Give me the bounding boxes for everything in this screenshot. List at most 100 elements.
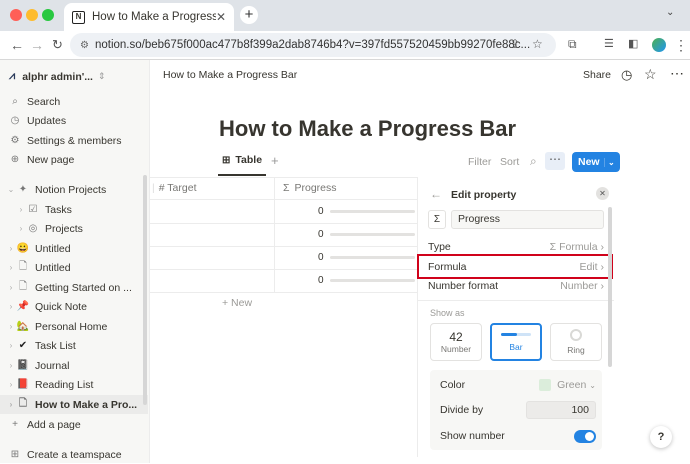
side-panel-icon[interactable]: ◧ [628,37,638,50]
sidebar-updates[interactable]: ◷ Updates [0,111,148,130]
sidebar-search[interactable]: ⌕ Search [0,92,148,111]
workspace-logo-icon: ⩘ [9,70,16,82]
sidebar-page-personal-home[interactable]: › 🏡 Personal Home [0,317,148,336]
table-view-tab[interactable]: ⊞ Table [222,154,262,166]
sidebar-page-projects[interactable]: › ◎ Projects [0,219,148,238]
zoom-window-button[interactable] [42,9,54,21]
close-tab-icon[interactable]: ✕ [216,10,226,24]
progress-value: 0 [318,275,324,286]
sidebar-page-untitled-2[interactable]: › 🗋 Untitled [0,258,148,277]
favorite-star-icon[interactable]: ☆ [644,66,657,83]
new-row-button[interactable]: + New [222,297,252,309]
chevron-right-icon[interactable]: › [6,244,16,253]
filter-button[interactable]: Filter [468,156,491,168]
number-format-label: Number format [428,280,499,292]
sidebar-page-task-list[interactable]: › ✔ Task List [0,336,148,355]
page-title[interactable]: How to Make a Progress Bar [219,116,516,142]
chevron-right-icon[interactable]: › [6,380,16,389]
profile-avatar[interactable] [652,38,666,52]
sidebar-page-getting-started[interactable]: › 🗋 Getting Started on ... [0,278,148,297]
sidebar-settings[interactable]: ⚙ Settings & members [0,131,148,150]
help-button[interactable]: ? [650,426,672,448]
share-page-icon[interactable]: ⇪ [510,37,520,51]
sidebar-page-quick-note[interactable]: › 📌 Quick Note [0,297,148,316]
chevron-right-icon[interactable]: › [6,263,16,272]
breadcrumb[interactable]: How to Make a Progress Bar [163,69,297,81]
sort-button[interactable]: Sort [500,156,519,168]
sidebar-page-untitled-1[interactable]: › 😀 Untitled [0,239,148,258]
reload-icon[interactable]: ↻ [52,37,63,53]
site-info-icon[interactable]: ⚙ [80,40,89,51]
more-options-icon[interactable]: ⋯ [670,65,684,82]
forward-arrow-icon[interactable]: → [30,37,44,53]
smiley-icon: 😀 [16,243,30,254]
sidebar-page-tasks[interactable]: › ☑ Tasks [0,200,148,219]
sidebar-new-page[interactable]: ⊕ New page [0,150,148,169]
url-input[interactable]: ⚙ notion.so/beb675f000ac477b8f399a2dab87… [70,33,556,57]
column-header-target[interactable]: | # Target [152,177,272,199]
number-format-row[interactable]: Number format Number › [428,276,604,296]
sidebar-item-label: Search [27,95,61,108]
workspace-switcher[interactable]: ⩘ alphr admin'... ⇕ [0,67,148,86]
sidebar-page-notion-projects[interactable]: ⌄ ✦ Notion Projects [0,180,148,199]
bar-preview-icon [501,332,531,336]
chevron-right-icon[interactable]: › [16,224,26,233]
chevron-right-icon: › [600,241,605,253]
divide-by-input[interactable]: 100 [526,401,596,419]
new-tab-button[interactable]: + [240,6,258,24]
table-row[interactable]: 0 [150,224,418,246]
column-header-progress[interactable]: Σ Progress [274,177,418,199]
panel-scrollbar[interactable] [608,207,612,367]
new-record-button[interactable]: New ⌄ [572,152,620,172]
column-header-label: Progress [294,182,337,194]
extensions-icon[interactable]: ⧉ [568,37,577,52]
number-format-value: Number [560,280,598,292]
history-clock-icon[interactable]: ◷ [621,67,632,83]
property-name-input[interactable]: Progress [451,210,604,229]
table-row[interactable]: 0 [150,270,418,292]
browser-tab[interactable]: N How to Make a Progress Bar ✕ [64,3,234,31]
back-arrow-icon[interactable]: ← [430,187,442,201]
minimize-window-button[interactable] [26,9,38,21]
reading-list-icon[interactable]: ☰ [604,37,614,50]
close-window-button[interactable] [10,9,22,21]
add-view-plus-icon[interactable]: + [271,153,279,168]
chevron-right-icon[interactable]: › [6,361,16,370]
chevron-right-icon[interactable]: › [16,205,26,214]
table-row[interactable]: 0 [150,200,418,223]
browser-menu-icon[interactable]: ⋮ [674,37,688,54]
property-type-icon-button[interactable]: Σ [428,210,446,229]
sidebar-create-teamspace[interactable]: ⊞ Create a teamspace [0,445,148,464]
sidebar-page-journal[interactable]: › 📓 Journal [0,356,148,375]
chevron-right-icon[interactable]: › [6,322,16,331]
checkbox-icon: ☑ [28,204,38,215]
show-as-bar-option[interactable]: Bar [490,323,542,361]
table-row[interactable]: 0 [150,247,418,269]
option-label: Number [440,344,472,354]
sidebar-item-label: Getting Started on ... [35,281,132,294]
show-as-number-option[interactable]: 42 Number [430,323,482,361]
close-icon[interactable]: ✕ [596,187,609,200]
share-button[interactable]: Share [583,69,611,81]
sidebar-page-reading-list[interactable]: › 📕 Reading List [0,375,148,394]
chevron-down-icon[interactable]: ⌄ [6,185,16,194]
chevron-right-icon[interactable]: › [6,400,16,409]
chevron-right-icon[interactable]: › [6,283,16,292]
color-row[interactable]: Color Green ⌄ [440,375,596,395]
more-view-options-icon[interactable]: ⋯ [545,152,565,170]
back-arrow-icon[interactable]: ← [10,37,24,53]
chevron-right-icon[interactable]: › [6,302,16,311]
tab-list-chevron-icon[interactable]: ⌄ [666,7,674,18]
chevron-right-icon[interactable]: › [6,341,16,350]
edit-property-panel: ← Edit property ✕ Σ Progress Type Σ Formu… [417,177,614,457]
view-tab-label: Table [235,154,263,166]
search-icon[interactable]: ⌕ [530,154,537,169]
sidebar-add-page[interactable]: + Add a page [0,415,148,434]
show-as-ring-option[interactable]: Ring [550,323,602,361]
show-number-toggle[interactable] [574,429,596,443]
sidebar-scrollbar[interactable] [143,175,147,405]
sidebar-page-how-to-make[interactable]: › 🗋 How to Make a Pro... [0,395,148,414]
table-border [150,292,418,293]
chevron-down-icon[interactable]: ⌄ [604,157,615,167]
bookmark-star-icon[interactable]: ☆ [532,37,543,51]
